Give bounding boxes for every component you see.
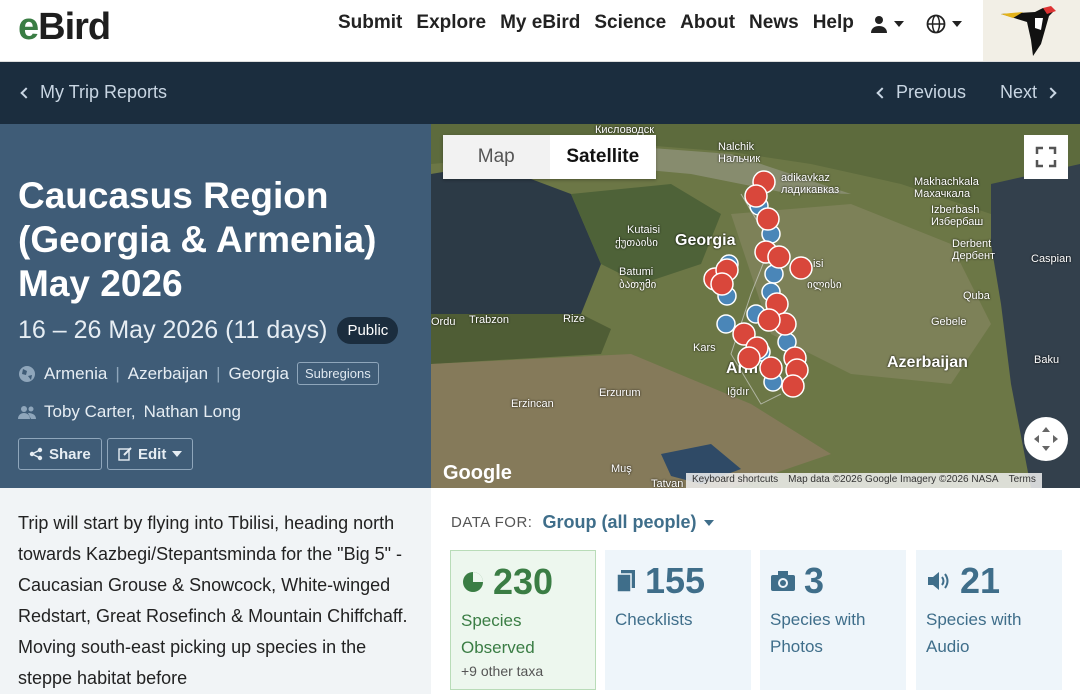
participant-link[interactable]: Toby Carter, xyxy=(44,402,136,422)
chevron-right-icon xyxy=(1045,86,1057,99)
chevron-left-icon xyxy=(20,86,32,99)
fullscreen-icon xyxy=(1035,146,1057,168)
stat-species-photos[interactable]: 3 Species with Photos xyxy=(760,550,906,690)
chevron-down-icon xyxy=(952,21,962,27)
back-to-trip-reports[interactable]: My Trip Reports xyxy=(20,82,167,103)
checklist-icon xyxy=(616,570,635,593)
participant-link[interactable]: Nathan Long xyxy=(144,402,241,422)
region-link-armenia[interactable]: Armenia xyxy=(44,364,107,384)
stat-species-audio[interactable]: 21 Species with Audio xyxy=(916,550,1062,690)
main-nav: Submit Explore My eBird Science About Ne… xyxy=(338,12,854,34)
chevron-down-icon xyxy=(704,519,715,526)
user-icon xyxy=(871,16,887,33)
region-link-georgia[interactable]: Georgia xyxy=(228,364,288,384)
satellite-view-button[interactable]: Satellite xyxy=(550,135,657,179)
pencil-icon xyxy=(118,447,132,461)
trip-description: Trip will start by flying into Tbilisi, … xyxy=(0,488,431,694)
speaker-icon xyxy=(928,572,949,590)
ebird-logo[interactable]: eBird xyxy=(18,6,111,49)
trip-subnav: My Trip Reports Previous Next xyxy=(0,62,1080,124)
nav-help[interactable]: Help xyxy=(813,12,854,34)
next-link[interactable]: Next xyxy=(1000,82,1057,103)
woodpecker-icon xyxy=(1001,6,1056,56)
region-link-azerbaijan[interactable]: Azerbaijan xyxy=(128,364,208,384)
top-navigation: eBird Submit Explore My eBird Science Ab… xyxy=(0,0,1080,62)
species-icon xyxy=(463,572,483,592)
map-label-azerbaijan: Azerbaijan xyxy=(887,354,968,371)
stat-species-observed[interactable]: 230 Species Observed +9 other taxa xyxy=(450,550,596,690)
trip-dates: 16 – 26 May 2026 (11 days) xyxy=(18,316,328,344)
trip-map[interactable]: Кисловодск Nalchik Нальчик adikavkaz лад… xyxy=(431,124,1080,488)
globe-icon xyxy=(19,365,35,382)
data-for-selector: DATA FOR: Group (all people) xyxy=(451,512,715,533)
nav-about[interactable]: About xyxy=(680,12,735,34)
edit-button[interactable]: Edit xyxy=(107,438,194,470)
nav-submit[interactable]: Submit xyxy=(338,12,402,34)
map-view-button[interactable]: Map xyxy=(443,135,550,179)
trip-participants: Toby Carter, Nathan Long xyxy=(18,402,241,422)
subregions-button[interactable]: Subregions xyxy=(296,362,379,385)
trip-title: Caucasus Region (Georgia & Armenia) May … xyxy=(18,175,377,304)
keyboard-shortcuts-link[interactable]: Keyboard shortcuts xyxy=(692,474,778,487)
fullscreen-button[interactable] xyxy=(1024,135,1068,179)
trip-dates-row: 16 – 26 May 2026 (11 days) Public xyxy=(18,316,399,345)
camera-icon xyxy=(771,571,795,591)
language-menu[interactable] xyxy=(926,14,962,34)
chevron-left-icon xyxy=(876,86,888,99)
previous-link[interactable]: Previous xyxy=(876,82,966,103)
group-dropdown[interactable]: Group (all people) xyxy=(542,512,715,533)
nav-explore[interactable]: Explore xyxy=(416,12,486,34)
map-pan-control[interactable] xyxy=(1024,417,1068,461)
share-button[interactable]: Share xyxy=(18,438,102,470)
visibility-badge: Public xyxy=(337,317,399,344)
map-label-armenia: Arm xyxy=(726,360,759,377)
nav-icons xyxy=(870,14,962,34)
globe-icon xyxy=(926,14,946,34)
people-icon xyxy=(18,406,36,419)
terms-link[interactable]: Terms xyxy=(1009,474,1036,487)
stat-checklists[interactable]: 155 Checklists xyxy=(605,550,751,690)
chevron-down-icon xyxy=(894,21,904,27)
map-label-georgia: Georgia xyxy=(675,232,736,249)
move-icon xyxy=(1034,427,1058,451)
chevron-down-icon xyxy=(172,451,183,457)
trip-regions: Armenia | Azerbaijan | Georgia Subregion… xyxy=(18,362,379,385)
other-taxa-count: +9 other taxa xyxy=(461,663,544,679)
trip-header: Caucasus Region (Georgia & Armenia) May … xyxy=(0,124,431,488)
account-menu[interactable] xyxy=(870,15,904,33)
google-logo: Google xyxy=(443,462,512,484)
nav-news[interactable]: News xyxy=(749,12,799,34)
nav-my-ebird[interactable]: My eBird xyxy=(500,12,580,34)
share-icon xyxy=(29,447,43,461)
cornell-lab-logo[interactable] xyxy=(983,0,1080,61)
map-attribution: Keyboard shortcuts Map data ©2026 Google… xyxy=(686,473,1042,488)
map-type-toggle: Map Satellite xyxy=(443,135,656,179)
nav-science[interactable]: Science xyxy=(594,12,666,34)
